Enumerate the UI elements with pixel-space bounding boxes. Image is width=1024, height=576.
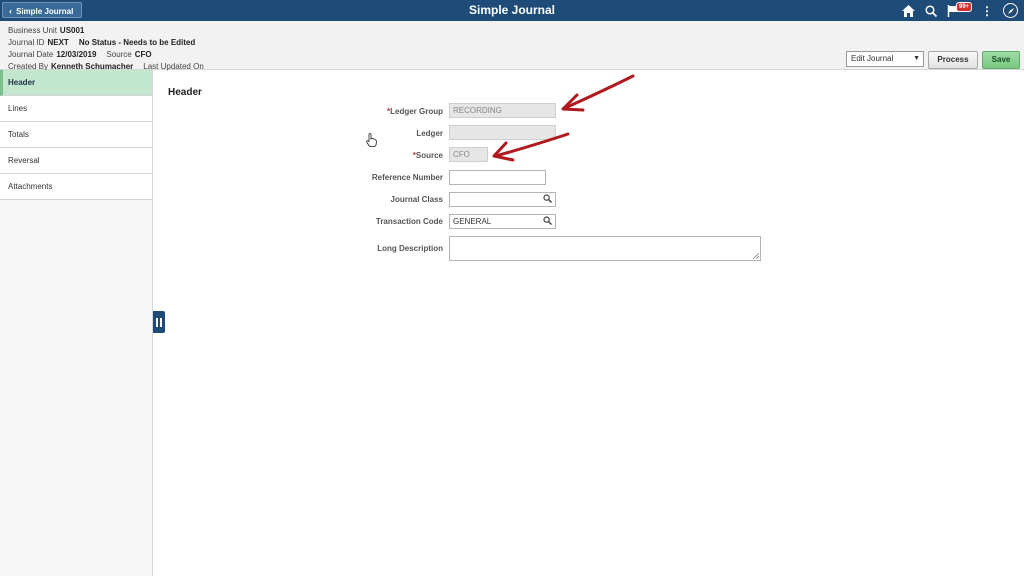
- journal-action-select[interactable]: Edit Journal ▼: [846, 51, 924, 67]
- journal-id-row: Journal ID NEXT No Status - Needs to be Ed…: [8, 38, 205, 47]
- journal-date-row: Journal Date 12/03/2019 Source CFO: [8, 50, 162, 59]
- business-unit-row: Business Unit US001: [8, 26, 94, 35]
- journal-date-value: 12/03/2019: [56, 50, 97, 59]
- transaction-code-value: GENERAL: [453, 217, 492, 226]
- journal-action-value: Edit Journal: [851, 54, 894, 63]
- save-button[interactable]: Save: [982, 51, 1020, 69]
- journal-class-input[interactable]: [449, 192, 556, 207]
- ledger-group-field[interactable]: RECORDING: [449, 103, 556, 118]
- journal-info-bar: Business Unit US001 Journal ID NEXT No Stat…: [0, 21, 1024, 71]
- reference-number-label: Reference Number: [371, 173, 443, 182]
- top-banner: ‹ Simple Journal Simple Journal 99+ ⋮: [0, 0, 1024, 21]
- source-value: CFO: [134, 50, 152, 59]
- ledger-group-label: *Ledger Group: [387, 107, 443, 116]
- home-icon[interactable]: [902, 4, 915, 17]
- notification-count-badge: 99+: [956, 1, 973, 12]
- top-icons: 99+ ⋮: [902, 0, 1018, 21]
- dropdown-arrow-icon: ▼: [913, 55, 920, 62]
- journal-class-label: Journal Class: [390, 195, 443, 204]
- journal-id-label: Journal ID: [8, 38, 45, 47]
- more-options-icon[interactable]: ⋮: [981, 5, 993, 17]
- ledger-field[interactable]: [449, 125, 556, 140]
- notification-flag-icon[interactable]: 99+: [947, 1, 973, 17]
- resize-grip-icon[interactable]: [753, 253, 759, 259]
- collapse-sidebar-handle[interactable]: [153, 311, 165, 333]
- annotation-arrow-ledger-group: [561, 74, 635, 112]
- source-label: Source: [106, 50, 132, 59]
- ledger-label: Ledger: [416, 129, 443, 138]
- reference-number-input[interactable]: [449, 170, 546, 185]
- transaction-code-input[interactable]: GENERAL: [449, 214, 556, 229]
- long-description-label: Long Description: [377, 244, 443, 253]
- navbar-compass-icon[interactable]: [1003, 3, 1018, 18]
- long-description-textarea[interactable]: [449, 236, 761, 261]
- process-button[interactable]: Process: [928, 51, 978, 69]
- source-field[interactable]: CFO: [449, 147, 488, 162]
- search-icon[interactable]: [925, 4, 937, 17]
- page-title: Simple Journal: [468, 3, 556, 17]
- sidebar-nav: Header Lines Totals Reversal Attachments: [0, 70, 153, 576]
- ledger-group-label-text: Ledger Group: [390, 107, 443, 116]
- journal-status-value: No Status - Needs to be Edited: [78, 38, 196, 47]
- business-unit-value: US001: [59, 26, 85, 35]
- source-label-text: Source: [415, 151, 443, 160]
- search-icon[interactable]: [543, 194, 553, 207]
- section-title: Header: [168, 87, 202, 98]
- source-field-label: *Source: [413, 151, 443, 160]
- journal-id-value: NEXT: [47, 38, 69, 47]
- hand-cursor-icon: [366, 133, 377, 147]
- sidebar-item-reversal[interactable]: Reversal: [0, 148, 152, 174]
- sidebar-item-lines[interactable]: Lines: [0, 96, 152, 122]
- business-unit-label: Business Unit: [8, 26, 57, 35]
- sidebar-item-header[interactable]: Header: [0, 70, 152, 96]
- transaction-code-label: Transaction Code: [375, 217, 443, 226]
- sidebar-item-attachments[interactable]: Attachments: [0, 174, 152, 200]
- journal-date-label: Journal Date: [8, 50, 54, 59]
- sidebar-item-totals[interactable]: Totals: [0, 122, 152, 148]
- search-icon[interactable]: [543, 216, 553, 229]
